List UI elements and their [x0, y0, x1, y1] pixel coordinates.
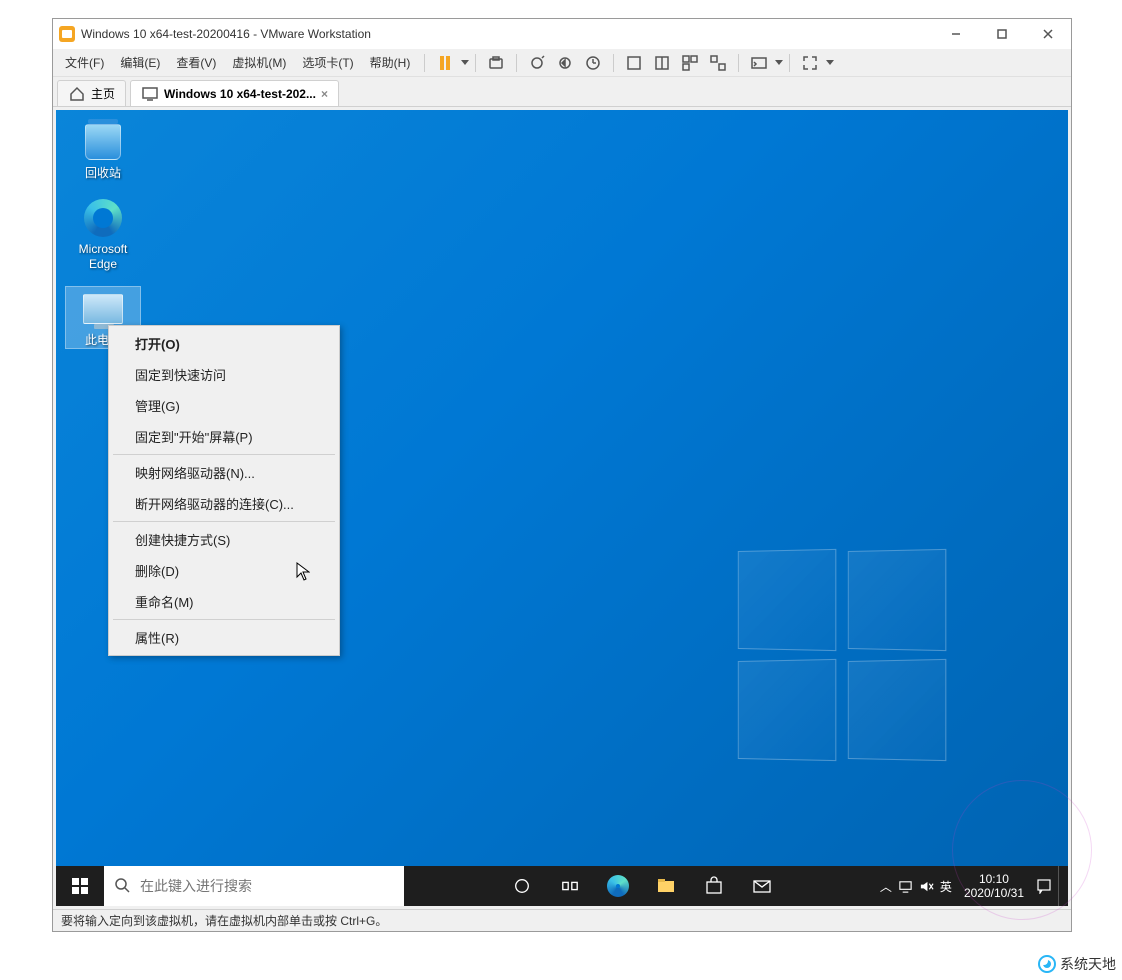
- fullscreen-icon[interactable]: [798, 51, 822, 75]
- snapshot-take-icon[interactable]: [484, 51, 508, 75]
- statusbar: 要将输入定向到该虚拟机，请在虚拟机内部单击或按 Ctrl+G。: [53, 909, 1071, 931]
- guest-desktop[interactable]: 回收站 Microsoft Edge 此电脑 打开(O) 固定到快速访问 管理(…: [56, 110, 1068, 906]
- recycle-bin-label: 回收站: [85, 166, 121, 180]
- ctx-pin-quick-access[interactable]: 固定到快速访问: [111, 359, 337, 390]
- snapshot-manage-icon[interactable]: [525, 51, 549, 75]
- tab-close-icon[interactable]: ×: [321, 87, 328, 101]
- menu-view[interactable]: 查看(V): [168, 50, 224, 75]
- vmware-window: Windows 10 x64-test-20200416 - VMware Wo…: [52, 18, 1072, 932]
- mouse-cursor-icon: [296, 562, 310, 582]
- ctx-create-shortcut[interactable]: 创建快捷方式(S): [111, 524, 337, 555]
- ctx-rename[interactable]: 重命名(M): [111, 586, 337, 617]
- console-icon[interactable]: [747, 51, 771, 75]
- separator: [613, 54, 614, 72]
- vmware-icon: [59, 26, 75, 42]
- windows-logo-wallpaper: [736, 550, 956, 770]
- snapshot-clock-icon[interactable]: [581, 51, 605, 75]
- taskbar-explorer-icon[interactable]: [644, 866, 688, 906]
- trash-icon: [81, 120, 125, 164]
- tabbar: 主页 Windows 10 x64-test-202... ×: [53, 77, 1071, 107]
- network-icon[interactable]: [898, 879, 913, 894]
- watermark-text: 系统天地: [1060, 954, 1116, 974]
- vm-viewport: 回收站 Microsoft Edge 此电脑 打开(O) 固定到快速访问 管理(…: [53, 107, 1071, 909]
- view-split-icon[interactable]: [650, 51, 674, 75]
- watermark-logo-icon: [1038, 955, 1056, 973]
- separator: [516, 54, 517, 72]
- taskbar-center: [404, 866, 880, 906]
- status-message: 要将输入定向到该虚拟机，请在虚拟机内部单击或按 Ctrl+G。: [61, 912, 387, 929]
- minimize-button[interactable]: [933, 19, 979, 49]
- edge-icon[interactable]: Microsoft Edge: [66, 196, 140, 271]
- recycle-bin-icon[interactable]: 回收站: [66, 120, 140, 180]
- tab-vm[interactable]: Windows 10 x64-test-202... ×: [130, 80, 339, 106]
- ime-indicator[interactable]: 英: [940, 878, 952, 895]
- suspend-button[interactable]: [433, 51, 457, 75]
- titlebar: Windows 10 x64-test-20200416 - VMware Wo…: [53, 19, 1071, 49]
- view-single-icon[interactable]: [622, 51, 646, 75]
- tab-home[interactable]: 主页: [57, 80, 126, 106]
- watermark-badge: 系统天地: [1032, 952, 1122, 976]
- separator: [113, 521, 335, 522]
- start-button[interactable]: [56, 866, 104, 906]
- window-controls: [933, 19, 1071, 49]
- snapshot-revert-icon[interactable]: [553, 51, 577, 75]
- edge-glyph-icon: [81, 196, 125, 240]
- separator: [113, 454, 335, 455]
- volume-icon[interactable]: [919, 879, 934, 894]
- menu-vm[interactable]: 虚拟机(M): [224, 50, 294, 75]
- console-dropdown[interactable]: [775, 60, 783, 65]
- ctx-open[interactable]: 打开(O): [111, 328, 337, 359]
- separator: [424, 54, 425, 72]
- tab-home-label: 主页: [91, 85, 115, 102]
- tray-chevron-icon[interactable]: ︿: [880, 878, 892, 895]
- context-menu: 打开(O) 固定到快速访问 管理(G) 固定到"开始"屏幕(P) 映射网络驱动器…: [108, 325, 340, 656]
- menu-tabs[interactable]: 选项卡(T): [294, 50, 361, 75]
- fullscreen-dropdown[interactable]: [826, 60, 834, 65]
- ctx-map-network-drive[interactable]: 映射网络驱动器(N)...: [111, 457, 337, 488]
- window-title: Windows 10 x64-test-20200416 - VMware Wo…: [81, 27, 933, 41]
- menu-edit[interactable]: 编辑(E): [112, 50, 168, 75]
- separator: [789, 54, 790, 72]
- search-icon: [114, 877, 132, 895]
- ctx-pin-start[interactable]: 固定到"开始"屏幕(P): [111, 421, 337, 452]
- desktop-icons: 回收站 Microsoft Edge 此电脑: [66, 120, 140, 348]
- menu-help[interactable]: 帮助(H): [362, 50, 419, 75]
- cortana-button[interactable]: [500, 866, 544, 906]
- taskbar-mail-icon[interactable]: [740, 866, 784, 906]
- ctx-disconnect-network-drive[interactable]: 断开网络驱动器的连接(C)...: [111, 488, 337, 519]
- taskbar: ︿ 英 10:10 2020/10/31: [56, 866, 1068, 906]
- view-tiled-icon[interactable]: [678, 51, 702, 75]
- separator: [113, 619, 335, 620]
- separator: [475, 54, 476, 72]
- home-icon: [68, 85, 86, 103]
- close-button[interactable]: [1025, 19, 1071, 49]
- menubar: 文件(F) 编辑(E) 查看(V) 虚拟机(M) 选项卡(T) 帮助(H): [53, 49, 1071, 77]
- menu-file[interactable]: 文件(F): [57, 50, 112, 75]
- taskbar-store-icon[interactable]: [692, 866, 736, 906]
- ctx-properties[interactable]: 属性(R): [111, 622, 337, 653]
- separator: [738, 54, 739, 72]
- maximize-button[interactable]: [979, 19, 1025, 49]
- search-box[interactable]: [104, 866, 404, 906]
- edge-label: Microsoft Edge: [79, 242, 128, 271]
- monitor-icon: [141, 85, 159, 103]
- task-view-button[interactable]: [548, 866, 592, 906]
- search-input[interactable]: [140, 878, 394, 894]
- ctx-manage[interactable]: 管理(G): [111, 390, 337, 421]
- taskbar-edge-icon[interactable]: [596, 866, 640, 906]
- power-dropdown[interactable]: [461, 60, 469, 65]
- watermark-circle: [952, 780, 1092, 920]
- tab-vm-label: Windows 10 x64-test-202...: [164, 87, 316, 101]
- unity-icon[interactable]: [706, 51, 730, 75]
- windows-start-icon: [72, 878, 88, 894]
